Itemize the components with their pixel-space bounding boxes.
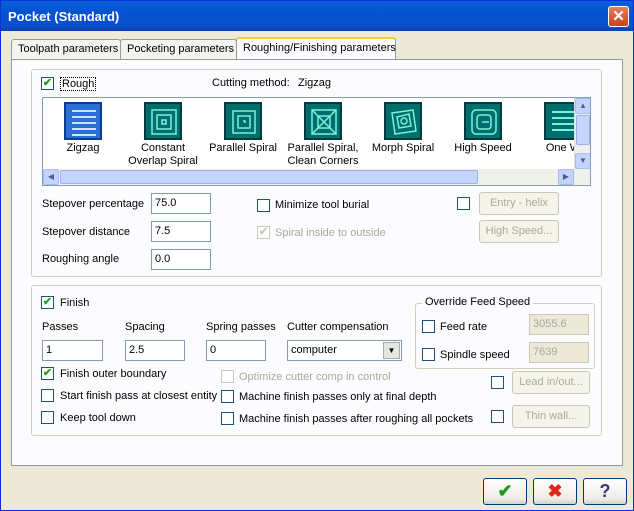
stepover-distance-label: Stepover distance (42, 226, 131, 238)
after-roughing-label: Machine finish passes after roughing all… (239, 413, 474, 425)
entry-helix-checkbox[interactable] (457, 197, 470, 210)
thin-wall-checkbox[interactable] (491, 410, 504, 423)
keep-tool-down-checkbox[interactable] (41, 411, 54, 424)
pattern-label: Morph Spiral (371, 142, 435, 154)
final-depth-label: Machine finish passes only at final dept… (239, 391, 437, 403)
spiral-inside-to-outside-checkbox[interactable]: ✔ (257, 226, 270, 239)
spring-passes-label: Spring passes (206, 321, 276, 333)
tab-toolpath-parameters[interactable]: Toolpath parameters (11, 39, 121, 59)
spindle-speed-checkbox[interactable] (422, 348, 435, 361)
close-button[interactable]: ✕ (608, 6, 629, 27)
start-finish-closest-label: Start finish pass at closest entity (60, 390, 218, 402)
pattern-label: Zigzag (66, 142, 100, 154)
keep-tool-down-label: Keep tool down (60, 412, 136, 424)
pattern-morph-spiral[interactable]: Morph Spiral (363, 102, 443, 155)
pattern-label: Parallel Spiral, Clean Corners (287, 142, 359, 167)
finish-checkbox[interactable]: ✔ (41, 296, 54, 309)
zigzag-pattern-icon (64, 102, 102, 140)
rough-label: Rough (60, 77, 97, 91)
scroll-up-button[interactable]: ▲ (575, 98, 590, 114)
roughing-angle-input[interactable]: 0.0 (151, 249, 211, 270)
scroll-left-button[interactable]: ◀ (43, 169, 59, 185)
override-feed-speed-legend: Override Feed Speed (422, 296, 534, 308)
pattern-parallel-spiral[interactable]: Parallel Spiral (203, 102, 283, 155)
feed-rate-input[interactable]: 3055.6 (529, 314, 589, 335)
cutting-method-list[interactable]: Zigzag Constant Overlap Spiral Parallel … (42, 97, 591, 186)
spiral-inside-to-outside-label: Spiral inside to outside (275, 227, 386, 239)
pattern-zigzag[interactable]: Zigzag (43, 102, 123, 155)
lead-in-out-button[interactable]: Lead in/out... (512, 371, 590, 394)
cutter-compensation-label: Cutter compensation (287, 321, 389, 333)
vertical-scroll-thumb[interactable] (576, 115, 590, 145)
spacing-input[interactable]: 2.5 (125, 340, 185, 361)
title-bar: Pocket (Standard) ✕ (1, 1, 633, 31)
chevron-down-icon[interactable]: ▼ (383, 342, 400, 359)
cutting-method-label: Cutting method: (212, 77, 290, 89)
feed-rate-label: Feed rate (440, 321, 488, 333)
passes-label: Passes (42, 321, 79, 333)
entry-helix-button[interactable]: Entry - helix (479, 192, 559, 215)
stepover-distance-input[interactable]: 7.5 (151, 221, 211, 242)
pattern-constant-overlap-spiral[interactable]: Constant Overlap Spiral (123, 102, 203, 168)
cancel-button[interactable]: ✖ (533, 478, 577, 505)
spindle-speed-input[interactable]: 7639 (529, 342, 589, 363)
roughing-finishing-panel: ✔ Rough Cutting method: Zigzag Zigzag Co… (11, 59, 623, 466)
finish-label: Finish (60, 297, 90, 309)
scroll-right-button[interactable]: ▶ (558, 169, 574, 185)
minimize-tool-burial-checkbox[interactable] (257, 199, 270, 212)
stepover-percentage-input[interactable]: 75.0 (151, 193, 211, 214)
high-speed-icon (464, 102, 502, 140)
start-finish-closest-checkbox[interactable] (41, 389, 54, 402)
final-depth-checkbox[interactable] (221, 390, 234, 403)
rough-checkbox[interactable]: ✔ (41, 77, 54, 90)
tab-roughing-finishing-parameters[interactable]: Roughing/Finishing parameters (236, 37, 396, 60)
thin-wall-button[interactable]: Thin wall... (512, 405, 590, 428)
passes-input[interactable]: 1 (42, 340, 103, 361)
spring-passes-input[interactable]: 0 (206, 340, 266, 361)
window-title: Pocket (Standard) (8, 9, 120, 24)
override-feed-speed-group: Override Feed Speed Feed rate 3055.6 Spi… (415, 296, 595, 369)
pattern-label: Parallel Spiral (209, 142, 277, 154)
pocket-dialog: Pocket (Standard) ✕ Toolpath parameters … (0, 0, 634, 511)
ok-button[interactable]: ✔ (483, 478, 527, 505)
cutter-compensation-select[interactable]: computer ▼ (287, 340, 402, 361)
horizontal-scroll-thumb[interactable] (60, 170, 478, 184)
help-button[interactable]: ? (583, 478, 627, 505)
parallel-spiral-icon (224, 102, 262, 140)
high-speed-button[interactable]: High Speed... (479, 220, 559, 243)
minimize-tool-burial-label: Minimize tool burial (275, 199, 370, 211)
optimize-cutter-comp-label: Optimize cutter comp in control (239, 371, 391, 383)
pattern-parallel-spiral-clean-corners[interactable]: Parallel Spiral, Clean Corners (283, 102, 363, 168)
finish-outer-boundary-checkbox[interactable]: ✔ (41, 367, 54, 380)
cutter-compensation-value: computer (291, 344, 337, 356)
pattern-label: Constant Overlap Spiral (128, 142, 198, 167)
pattern-label: High Speed (454, 142, 512, 154)
parallel-spiral-clean-corners-icon (304, 102, 342, 140)
finish-outer-boundary-label: Finish outer boundary (60, 368, 167, 380)
pattern-vertical-scrollbar[interactable]: ▲ ▼ (574, 98, 590, 169)
optimize-cutter-comp-checkbox[interactable] (221, 370, 234, 383)
feed-rate-checkbox[interactable] (422, 320, 435, 333)
spacing-label: Spacing (125, 321, 165, 333)
tab-pocketing-parameters[interactable]: Pocketing parameters (120, 39, 237, 59)
constant-overlap-spiral-icon (144, 102, 182, 140)
cutting-method-value: Zigzag (298, 77, 332, 89)
scroll-down-button[interactable]: ▼ (575, 153, 590, 169)
stepover-percentage-label: Stepover percentage (42, 198, 145, 210)
pattern-high-speed[interactable]: High Speed (443, 102, 523, 155)
pattern-horizontal-scrollbar[interactable]: ◀ ▶ (43, 169, 590, 185)
morph-spiral-icon (384, 102, 422, 140)
after-roughing-checkbox[interactable] (221, 412, 234, 425)
spindle-speed-label: Spindle speed (440, 349, 510, 361)
roughing-angle-label: Roughing angle (42, 253, 120, 265)
lead-in-out-checkbox[interactable] (491, 376, 504, 389)
